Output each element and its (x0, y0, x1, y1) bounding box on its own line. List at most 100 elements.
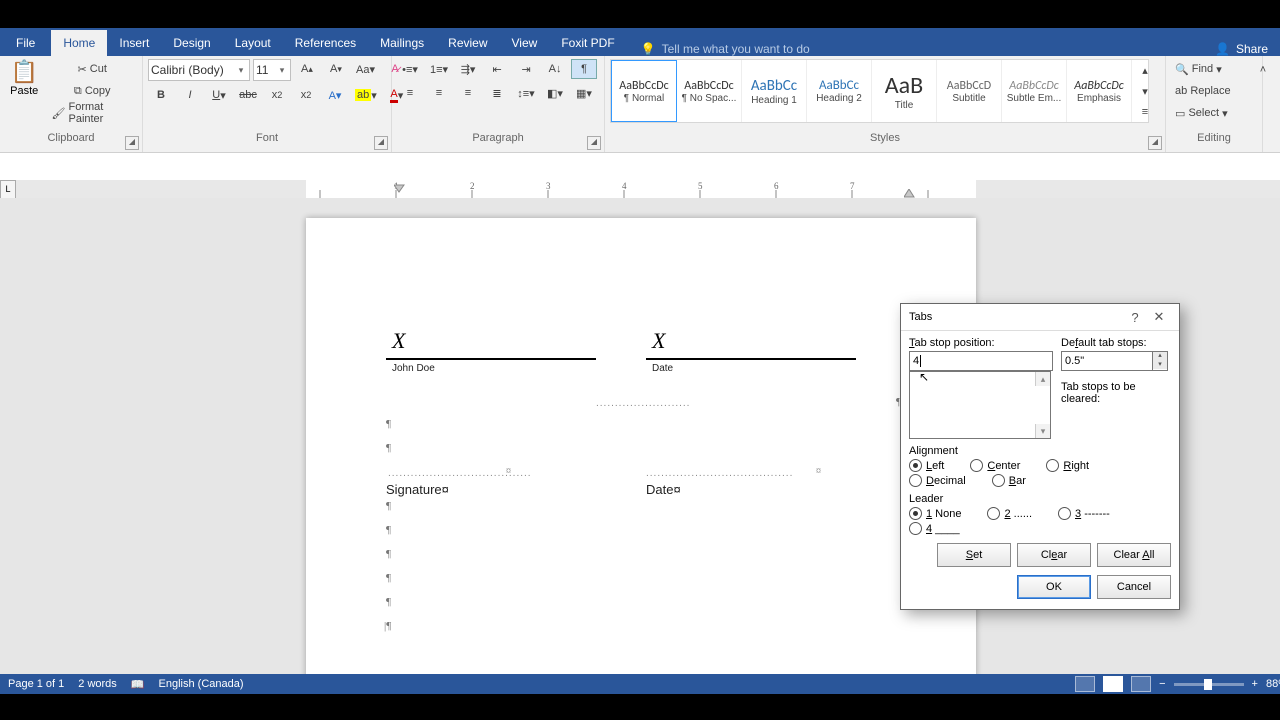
style-emphasis[interactable]: AaBbCcDcEmphasis (1067, 60, 1132, 122)
copy-button[interactable]: ⧉ Copy (47, 81, 137, 101)
leader-dots-radio[interactable]: 2 ...... (987, 507, 1032, 520)
shrink-font-button[interactable]: A▾ (323, 59, 349, 79)
format-painter-button[interactable]: 🖌 Format Painter (47, 103, 137, 123)
collapse-ribbon-button[interactable]: ˄ (1250, 60, 1276, 80)
numbering-button[interactable]: 1≡▾ (426, 59, 452, 79)
find-button[interactable]: 🔍 Find ▾ (1171, 59, 1226, 79)
subscript-button[interactable]: x2 (264, 85, 290, 105)
language-status[interactable]: English (Canada) (159, 678, 244, 690)
tab-insert[interactable]: Insert (107, 30, 161, 56)
read-mode-button[interactable] (1075, 676, 1095, 692)
leader-underline-radio[interactable]: 4 ____ (909, 522, 960, 535)
strikethrough-button[interactable]: abc (235, 85, 261, 105)
tab-stop-list[interactable]: ▴ ▾ (909, 371, 1051, 439)
default-tab-stops-spinner[interactable]: 0.5" ▴▾ (1061, 351, 1171, 371)
proofing-icon[interactable]: 📖 (131, 678, 145, 691)
page[interactable]: X John Doe X Date ......................… (306, 218, 976, 674)
alignment-decimal-radio[interactable]: Decimal (909, 474, 966, 487)
signature-line-1[interactable]: X (386, 328, 596, 360)
dialog-close-button[interactable]: ✕ (1147, 309, 1171, 325)
style-title[interactable]: AaBTitle (872, 60, 937, 122)
tab-selector[interactable]: L (0, 180, 16, 200)
cancel-button[interactable]: Cancel (1097, 575, 1171, 599)
styles-scroll-up[interactable]: ▴ (1132, 60, 1158, 81)
ok-button[interactable]: OK (1017, 575, 1091, 599)
select-button[interactable]: ▭ Select ▾ (1171, 103, 1232, 123)
leader-none-radio[interactable]: 1 None (909, 507, 961, 520)
style-no-spacing[interactable]: AaBbCcDc¶ No Spac... (677, 60, 742, 122)
grow-font-button[interactable]: A▴ (294, 59, 320, 79)
styles-more[interactable]: ≡ (1132, 101, 1158, 122)
horizontal-ruler[interactable]: 123 4567 (14, 180, 1280, 199)
paragraph-launcher[interactable]: ◢ (587, 136, 601, 150)
italic-button[interactable]: I (177, 85, 203, 105)
tab-stop-position-input[interactable]: 4 (909, 351, 1053, 371)
dialog-help-button[interactable]: ? (1123, 310, 1147, 325)
highlight-button[interactable]: ab▾ (351, 85, 381, 105)
zoom-out-button[interactable]: − (1159, 678, 1165, 690)
tab-references[interactable]: References (283, 30, 368, 56)
tab-layout[interactable]: Layout (223, 30, 283, 56)
signature-line-2[interactable]: X (646, 328, 856, 360)
alignment-right-radio[interactable]: Right (1046, 459, 1089, 472)
alignment-left-radio[interactable]: Left (909, 459, 944, 472)
replace-button[interactable]: ab Replace (1171, 81, 1235, 101)
tab-file[interactable]: File (0, 30, 51, 56)
justify-button[interactable]: ≣ (484, 83, 510, 103)
web-layout-button[interactable] (1131, 676, 1151, 692)
list-scroll-up[interactable]: ▴ (1035, 372, 1050, 386)
tab-mailings[interactable]: Mailings (368, 30, 436, 56)
style-subtitle[interactable]: AaBbCcDSubtitle (937, 60, 1002, 122)
clear-all-button[interactable]: Clear All (1097, 543, 1171, 567)
font-launcher[interactable]: ◢ (374, 136, 388, 150)
shading-button[interactable]: ◧▾ (542, 83, 568, 103)
clear-button[interactable]: Clear (1017, 543, 1091, 567)
spinner-down[interactable]: ▾ (1153, 361, 1167, 370)
clipboard-launcher[interactable]: ◢ (125, 136, 139, 150)
tab-design[interactable]: Design (161, 30, 222, 56)
set-button[interactable]: Set (937, 543, 1011, 567)
style-heading2[interactable]: AaBbCcHeading 2 (807, 60, 872, 122)
superscript-button[interactable]: x2 (293, 85, 319, 105)
zoom-in-button[interactable]: + (1252, 678, 1258, 690)
decrease-indent-button[interactable]: ⇤ (484, 59, 510, 79)
sort-button[interactable]: A↓ (542, 59, 568, 79)
tab-foxit[interactable]: Foxit PDF (549, 30, 626, 56)
word-count[interactable]: 2 words (78, 678, 117, 690)
leader-dashes-radio[interactable]: 3 ------- (1058, 507, 1110, 520)
align-left-button[interactable]: ≡ (397, 83, 423, 103)
alignment-bar-radio[interactable]: Bar (992, 474, 1026, 487)
multilevel-list-button[interactable]: ⇶▾ (455, 59, 481, 79)
zoom-level[interactable]: 88% (1266, 678, 1280, 690)
bold-button[interactable]: B (148, 85, 174, 105)
styles-scroll-down[interactable]: ▾ (1132, 81, 1158, 102)
page-count[interactable]: Page 1 of 1 (8, 678, 64, 690)
spinner-up[interactable]: ▴ (1153, 352, 1167, 361)
align-center-button[interactable]: ≡ (426, 83, 452, 103)
paste-button[interactable]: 📋 Paste (5, 59, 43, 97)
list-scroll-down[interactable]: ▾ (1035, 424, 1050, 438)
text-effects-button[interactable]: A▾ (322, 85, 348, 105)
show-hide-paragraph-button[interactable]: ¶ (571, 59, 597, 79)
print-layout-button[interactable] (1103, 676, 1123, 692)
styles-launcher[interactable]: ◢ (1148, 136, 1162, 150)
cut-button[interactable]: ✂ Cut (47, 59, 137, 79)
font-size-combo[interactable]: 11▾ (253, 59, 291, 81)
style-gallery[interactable]: AaBbCcDc¶ Normal AaBbCcDc¶ No Spac... Aa… (610, 59, 1149, 123)
tell-me-search[interactable]: 💡 Tell me what you want to do (641, 42, 810, 56)
tab-review[interactable]: Review (436, 30, 499, 56)
tab-home[interactable]: Home (51, 30, 107, 56)
dialog-titlebar[interactable]: Tabs ? ✕ (901, 304, 1179, 331)
zoom-slider[interactable] (1174, 683, 1244, 686)
font-family-combo[interactable]: Calibri (Body)▾ (148, 59, 250, 81)
align-right-button[interactable]: ≡ (455, 83, 481, 103)
style-heading1[interactable]: AaBbCcHeading 1 (742, 60, 807, 122)
style-subtle-emphasis[interactable]: AaBbCcDcSubtle Em... (1002, 60, 1067, 122)
change-case-button[interactable]: Aa▾ (352, 59, 379, 79)
alignment-center-radio[interactable]: Center (970, 459, 1020, 472)
underline-button[interactable]: U▾ (206, 85, 232, 105)
bullets-button[interactable]: •≡▾ (397, 59, 423, 79)
borders-button[interactable]: ▦▾ (571, 83, 597, 103)
line-spacing-button[interactable]: ↕≡▾ (513, 83, 539, 103)
increase-indent-button[interactable]: ⇥ (513, 59, 539, 79)
